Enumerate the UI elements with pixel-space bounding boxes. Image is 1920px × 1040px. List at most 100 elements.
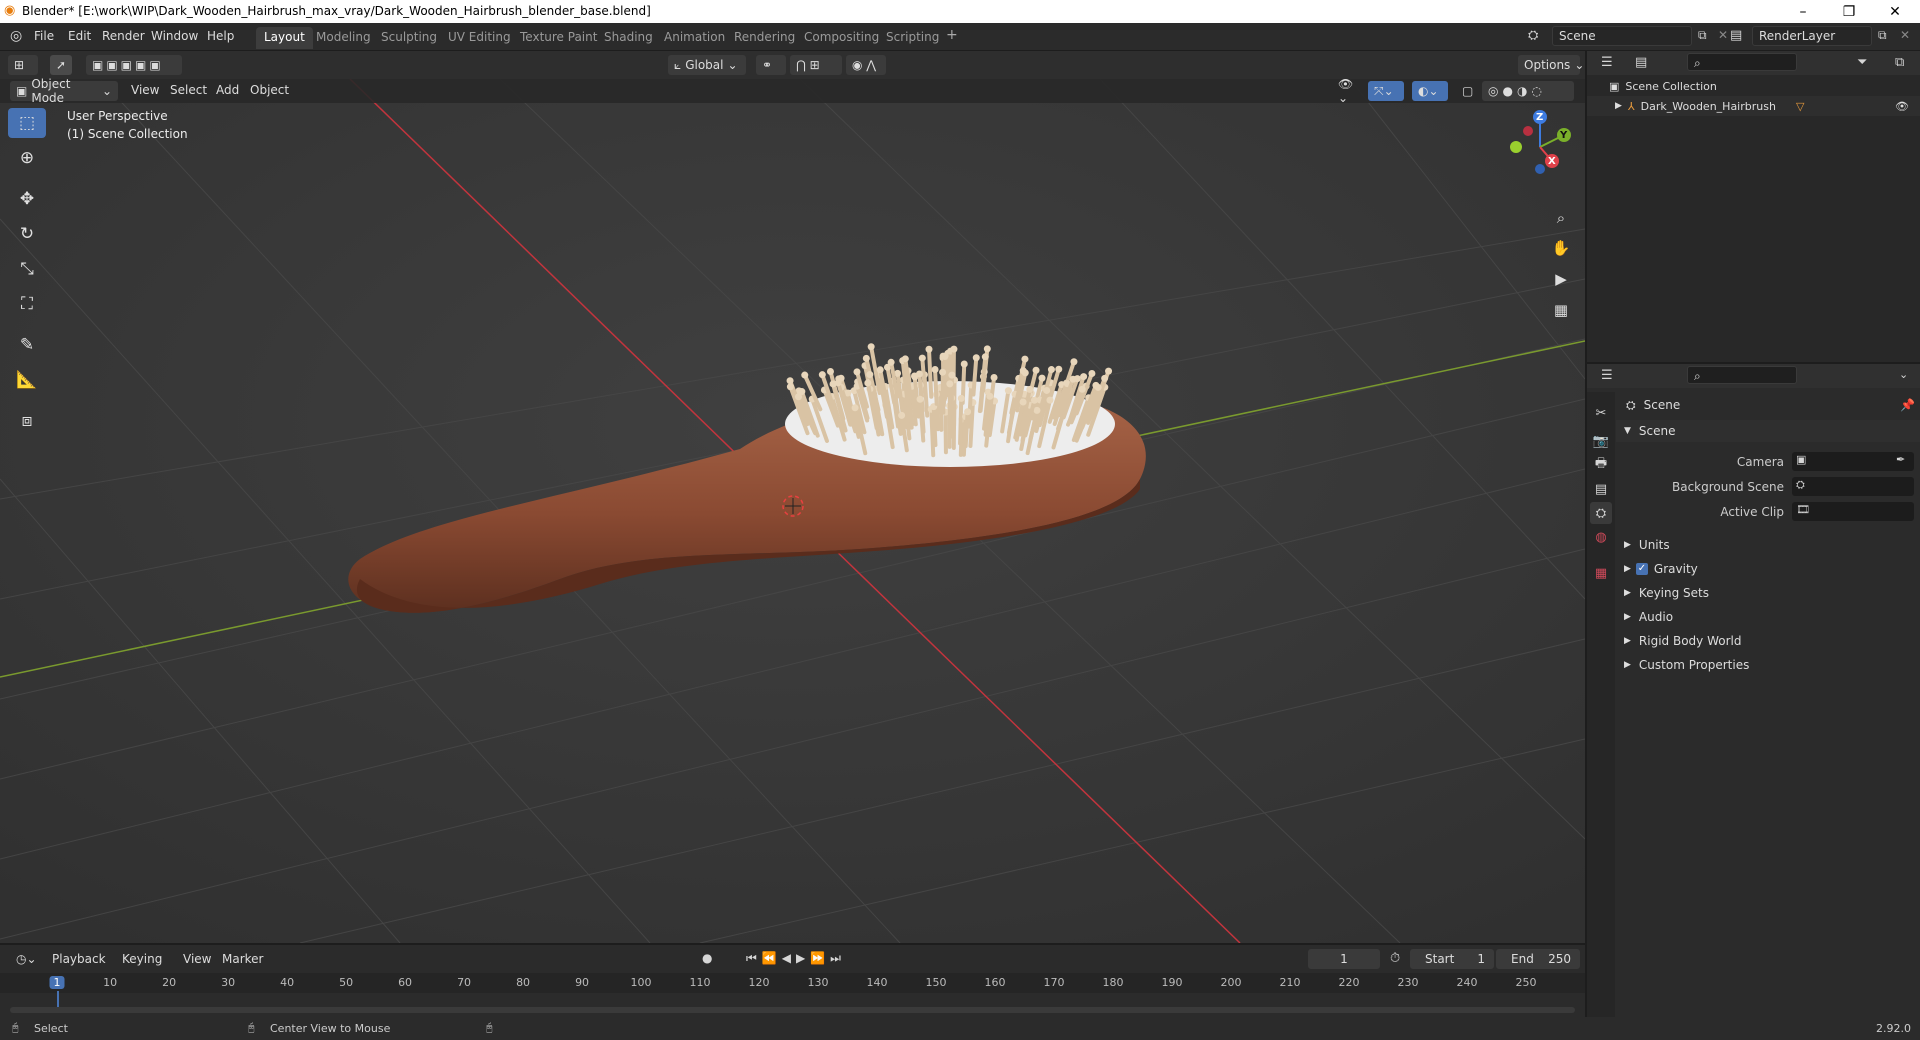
viewport-menu-add[interactable]: Add xyxy=(216,83,239,97)
tab-rendering[interactable]: Rendering xyxy=(726,27,803,49)
end-frame-field[interactable]: End 250 xyxy=(1496,949,1580,969)
menu-window[interactable]: Window xyxy=(151,29,198,43)
timeline-scrollbar[interactable] xyxy=(10,1007,1575,1013)
blender-menu-icon[interactable]: ◎ xyxy=(10,28,22,44)
tab-compositing[interactable]: Compositing xyxy=(796,27,887,49)
menu-render[interactable]: Render xyxy=(102,29,145,43)
tab-shading[interactable]: Shading xyxy=(596,27,661,49)
render-tab-icon[interactable]: 📷 xyxy=(1590,430,1612,452)
transform-orientation-dropdown[interactable]: ⟀ Global ⌄ xyxy=(668,55,746,75)
timeline-menu-keying[interactable]: Keying xyxy=(122,952,162,966)
modifier-icon[interactable]: ▽ xyxy=(1796,100,1804,113)
scene-icon[interactable]: ⛭ xyxy=(1528,28,1538,43)
zoom-icon[interactable]: ⌕ xyxy=(1547,204,1575,232)
shading-mode-icons[interactable]: ◎●◑◌ xyxy=(1482,81,1574,101)
new-scene-icon[interactable]: ⧉ xyxy=(1698,28,1707,43)
rotate-tool-icon[interactable]: ↻ xyxy=(8,219,46,249)
pan-hand-icon[interactable]: ✋ xyxy=(1547,234,1575,262)
menu-help[interactable]: Help xyxy=(207,29,234,43)
active-clip-field[interactable]: 🎞 xyxy=(1792,502,1914,521)
cursor-tool-icon[interactable]: ⊕ xyxy=(8,143,46,173)
background-scene-field[interactable]: ⛭ xyxy=(1792,477,1914,496)
gizmo-toggle-icon[interactable]: ⤧⌄ xyxy=(1368,81,1404,101)
expand-arrow-icon[interactable]: ▶ xyxy=(1615,101,1622,111)
3d-viewport[interactable]: Z Y X ⌕ ✋ ▶ ▦ xyxy=(0,79,1585,943)
viewport-menu-view[interactable]: View xyxy=(131,83,159,97)
pivot-point-icon[interactable]: ⚭ xyxy=(756,55,786,75)
timeline-menu-marker[interactable]: Marker xyxy=(222,952,263,966)
panel-custom-properties[interactable]: ▶ Custom Properties xyxy=(1616,654,1920,676)
pin-icon[interactable]: 📌 xyxy=(1900,398,1915,412)
tool-tab-icon[interactable]: ✂ xyxy=(1590,402,1612,424)
maximize-button[interactable]: ❐ xyxy=(1826,0,1872,23)
scene-tab-icon[interactable]: ⛭ xyxy=(1590,502,1612,524)
scale-tool-icon[interactable]: ⤡ xyxy=(8,254,46,284)
view-layer-selector[interactable]: RenderLayer xyxy=(1752,26,1872,46)
timeline-menu-view[interactable]: View xyxy=(183,952,211,966)
perspective-grid-icon[interactable]: ▦ xyxy=(1547,296,1575,324)
add-cube-tool-icon[interactable]: ⧈ xyxy=(8,406,46,436)
display-mode-icon[interactable]: ▤ xyxy=(1635,55,1647,70)
scene-selector[interactable]: Scene xyxy=(1552,26,1692,46)
outliner-row-scene-collection[interactable]: ▣ Scene Collection xyxy=(1587,76,1920,96)
selection-mode-icons[interactable]: ▣▣▣▣▣ xyxy=(86,55,182,75)
start-frame-field[interactable]: Start 1 xyxy=(1410,949,1494,969)
panel-rigid-body-world[interactable]: ▶ Rigid Body World xyxy=(1616,630,1920,652)
snap-icon[interactable]: ⋂ ⊞ xyxy=(790,55,842,75)
xray-toggle-icon[interactable]: ▢ xyxy=(1456,81,1478,101)
menu-edit[interactable]: Edit xyxy=(68,29,91,43)
output-tab-icon[interactable]: 🖶 xyxy=(1590,454,1612,476)
stopwatch-icon[interactable]: ⏱ xyxy=(1390,951,1400,966)
panel-keying-sets[interactable]: ▶ Keying Sets xyxy=(1616,582,1920,604)
timeline-menu-playback[interactable]: Playback xyxy=(52,952,106,966)
object-mode-dropdown[interactable]: ▣ Object Mode ⌄ xyxy=(10,77,118,105)
visibility-icon[interactable]: 👁⌄ xyxy=(1332,77,1364,105)
tab-modeling[interactable]: Modeling xyxy=(308,27,379,49)
view-layer-tab-icon[interactable]: ▤ xyxy=(1590,478,1612,500)
move-tool-icon[interactable]: ✥ xyxy=(8,184,46,214)
tab-scripting[interactable]: Scripting xyxy=(878,27,947,49)
close-window-button[interactable]: ✕ xyxy=(1872,0,1918,23)
properties-search-input[interactable]: ⌕ xyxy=(1687,366,1797,384)
visibility-eye-icon[interactable]: 👁 xyxy=(1895,100,1909,113)
gravity-checkbox[interactable]: ✓ xyxy=(1635,563,1648,575)
tab-sculpting[interactable]: Sculpting xyxy=(373,27,445,49)
new-collection-icon[interactable]: ⧉ xyxy=(1895,55,1904,70)
outliner-row-object[interactable]: ▶ ⅄ Dark_Wooden_Hairbrush ▽ 👁 xyxy=(1587,96,1920,116)
transform-tool-icon[interactable]: ⛶ xyxy=(8,289,46,319)
playback-controls-icons[interactable]: ⏮⏪◀▶⏩⏭ xyxy=(746,951,846,966)
select-box-tool-icon[interactable]: ⬚ xyxy=(8,108,46,138)
scene-section-header[interactable]: ▼ Scene xyxy=(1616,420,1920,442)
panel-units[interactable]: ▶ Units xyxy=(1616,534,1920,556)
proportional-edit-icon[interactable]: ◉ ⋀ xyxy=(846,55,886,75)
world-tab-icon[interactable]: ◍ xyxy=(1590,526,1612,548)
delete-view-layer-icon[interactable]: ✕ xyxy=(1900,28,1910,42)
outliner-search-input[interactable]: ⌕ xyxy=(1687,53,1797,71)
tab-animation[interactable]: Animation xyxy=(656,27,733,49)
tab-uv-editing[interactable]: UV Editing xyxy=(440,27,519,49)
delete-scene-icon[interactable]: ✕ xyxy=(1718,28,1728,42)
measure-tool-icon[interactable]: 📐 xyxy=(8,365,46,395)
options-dropdown[interactable]: Options ⌄ xyxy=(1518,55,1584,75)
tab-texture-paint[interactable]: Texture Paint xyxy=(512,27,605,49)
tab-layout[interactable]: Layout xyxy=(256,27,313,49)
panel-gravity[interactable]: ▶ ✓ Gravity xyxy=(1616,558,1920,580)
editor-type-icon[interactable]: ⊞ xyxy=(8,55,38,75)
annotate-tool-icon[interactable]: ✎ xyxy=(8,330,46,360)
camera-field[interactable]: ▣ ✒ xyxy=(1792,452,1914,471)
menu-file[interactable]: File xyxy=(34,29,54,43)
filter-icon[interactable]: ⏷ xyxy=(1857,55,1867,70)
camera-view-icon[interactable]: ▶ xyxy=(1547,265,1575,293)
minimize-button[interactable]: – xyxy=(1780,0,1826,23)
texture-tab-icon[interactable]: ▦ xyxy=(1590,562,1612,584)
view-layer-icon[interactable]: ▤ xyxy=(1730,28,1742,43)
chevron-down-icon[interactable]: ⌄ xyxy=(1899,368,1908,381)
properties-editor-icon[interactable]: ☰ xyxy=(1601,368,1613,383)
viewport-menu-select[interactable]: Select xyxy=(170,83,207,97)
add-workspace-button[interactable]: + xyxy=(946,27,958,43)
overlay-toggle-icon[interactable]: ◐⌄ xyxy=(1412,81,1448,101)
record-icon[interactable]: ● xyxy=(702,951,712,965)
outliner-editor-icon[interactable]: ☰ xyxy=(1601,55,1613,70)
select-tool-icon[interactable]: ➚ xyxy=(50,55,72,75)
new-view-layer-icon[interactable]: ⧉ xyxy=(1878,28,1887,43)
